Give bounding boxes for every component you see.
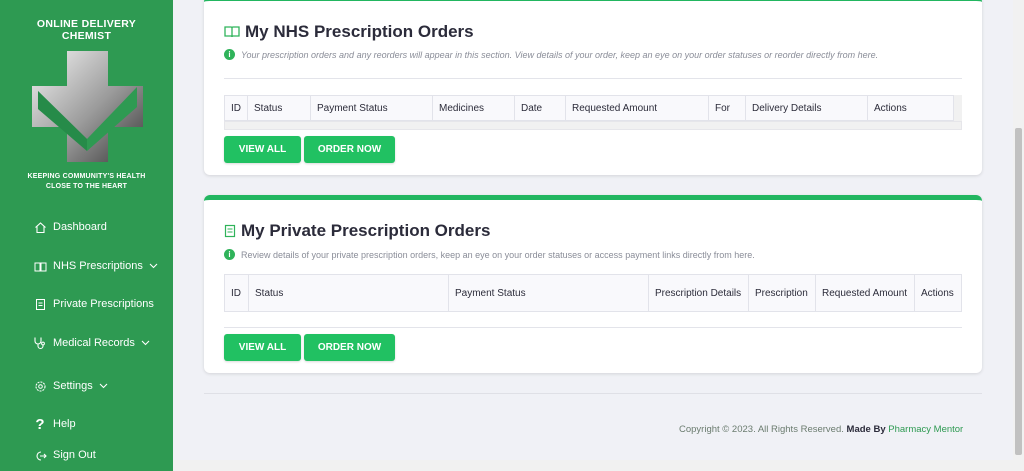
divider — [224, 78, 962, 79]
footer-author-link[interactable]: Pharmacy Mentor — [888, 424, 963, 435]
private-orders-table: ID Status Payment Status Prescription De… — [224, 274, 962, 312]
book-open-icon — [224, 25, 240, 39]
brand-title: ONLINE DELIVERY CHEMIST — [0, 18, 173, 42]
nhs-view-all-button[interactable]: VIEW ALL — [224, 136, 301, 163]
brand-line-1: ONLINE DELIVERY — [36, 18, 137, 30]
private-view-all-button[interactable]: VIEW ALL — [224, 334, 301, 361]
footer: Copyright © 2023. All Rights Reserved. M… — [679, 424, 963, 435]
nhs-order-now-button[interactable]: ORDER NOW — [304, 136, 395, 163]
column-id[interactable]: ID — [224, 274, 249, 312]
home-icon — [33, 220, 47, 234]
sidebar-item-label: NHS Prescriptions — [53, 260, 143, 272]
nhs-orders-card: My NHS Prescription Orders i Your prescr… — [204, 0, 982, 175]
question-icon: ? — [35, 415, 45, 433]
column-payment-status[interactable]: Payment Status — [448, 274, 649, 312]
brand-line-2: CHEMIST — [61, 30, 112, 42]
document-icon — [33, 297, 47, 311]
chevron-down-icon — [141, 338, 150, 348]
sidebar-item-label: Help — [53, 418, 76, 430]
column-status[interactable]: Status — [247, 95, 311, 121]
chevron-down-icon — [149, 261, 158, 271]
sidebar-item-dashboard[interactable]: Dashboard — [33, 217, 107, 237]
document-icon — [224, 224, 236, 238]
column-medicines[interactable]: Medicines — [432, 95, 515, 121]
table-header-row: ID Status Payment Status Medicines Date … — [224, 95, 954, 121]
stethoscope-icon — [33, 336, 47, 350]
tagline-line-2: CLOSE TO THE HEART — [45, 183, 128, 190]
private-info-text: Review details of your private prescript… — [241, 249, 755, 260]
nhs-card-title: My NHS Prescription Orders — [224, 22, 474, 42]
sidebar-item-sign-out[interactable]: Sign Out — [33, 445, 96, 465]
column-delivery-details[interactable]: Delivery Details — [745, 95, 868, 121]
nhs-info: i Your prescription orders and any reord… — [224, 49, 878, 60]
column-requested-amount[interactable]: Requested Amount — [815, 274, 915, 312]
private-card-title: My Private Prescription Orders — [224, 221, 490, 241]
logo — [32, 51, 143, 162]
column-actions[interactable]: Actions — [867, 95, 954, 121]
column-actions[interactable]: Actions — [914, 274, 962, 312]
column-id[interactable]: ID — [224, 95, 248, 121]
column-prescription-details[interactable]: Prescription Details — [648, 274, 749, 312]
sidebar-item-private-prescriptions[interactable]: Private Prescriptions — [33, 294, 154, 314]
private-info: i Review details of your private prescri… — [224, 249, 755, 260]
sidebar-item-label: Sign Out — [53, 449, 96, 461]
divider — [224, 327, 962, 328]
private-title-text: My Private Prescription Orders — [241, 221, 491, 240]
nhs-title-text: My NHS Prescription Orders — [245, 22, 474, 41]
tagline-line-1: KEEPING COMMUNITY'S HEALTH — [27, 173, 146, 180]
page-scrollbar-thumb[interactable] — [1015, 128, 1022, 455]
table-header-row: ID Status Payment Status Prescription De… — [224, 274, 962, 312]
sidebar-item-label: Settings — [53, 380, 93, 392]
column-status[interactable]: Status — [248, 274, 449, 312]
column-prescription[interactable]: Prescription — [748, 274, 816, 312]
sign-out-icon — [33, 448, 47, 462]
gear-icon — [33, 379, 47, 393]
sidebar-item-label: Medical Records — [53, 337, 135, 349]
footer-copyright: Copyright © 2023. All Rights Reserved. — [679, 424, 844, 435]
sidebar: ONLINE DELIVERY CHEMIST KEEPING COMMUNIT… — [0, 0, 173, 471]
sidebar-item-label: Dashboard — [53, 221, 107, 233]
table-horizontal-scrollbar[interactable] — [224, 121, 962, 130]
table-vertical-scrollbar[interactable] — [954, 95, 962, 121]
page-horizontal-scrollbar[interactable] — [173, 460, 1013, 471]
info-icon: i — [224, 49, 235, 60]
book-icon — [33, 259, 47, 273]
column-date[interactable]: Date — [514, 95, 566, 121]
sidebar-item-nhs-prescriptions[interactable]: NHS Prescriptions — [33, 256, 158, 276]
nhs-orders-table: ID Status Payment Status Medicines Date … — [224, 95, 954, 121]
tagline: KEEPING COMMUNITY'S HEALTH CLOSE TO THE … — [0, 172, 173, 192]
sidebar-item-help[interactable]: ? Help — [33, 414, 76, 434]
footer-made-by: Made By — [846, 424, 886, 435]
nhs-info-text: Your prescription orders and any reorder… — [241, 49, 879, 60]
column-for[interactable]: For — [708, 95, 746, 121]
footer-divider — [204, 393, 982, 394]
column-requested-amount[interactable]: Requested Amount — [565, 95, 709, 121]
sidebar-item-label: Private Prescriptions — [53, 298, 154, 310]
sidebar-item-settings[interactable]: Settings — [33, 376, 108, 396]
column-payment-status[interactable]: Payment Status — [310, 95, 433, 121]
info-icon: i — [224, 249, 235, 260]
private-order-now-button[interactable]: ORDER NOW — [304, 334, 395, 361]
chevron-down-icon — [99, 381, 108, 391]
sidebar-item-medical-records[interactable]: Medical Records — [33, 333, 150, 353]
private-orders-card: My Private Prescription Orders i Review … — [204, 195, 982, 373]
